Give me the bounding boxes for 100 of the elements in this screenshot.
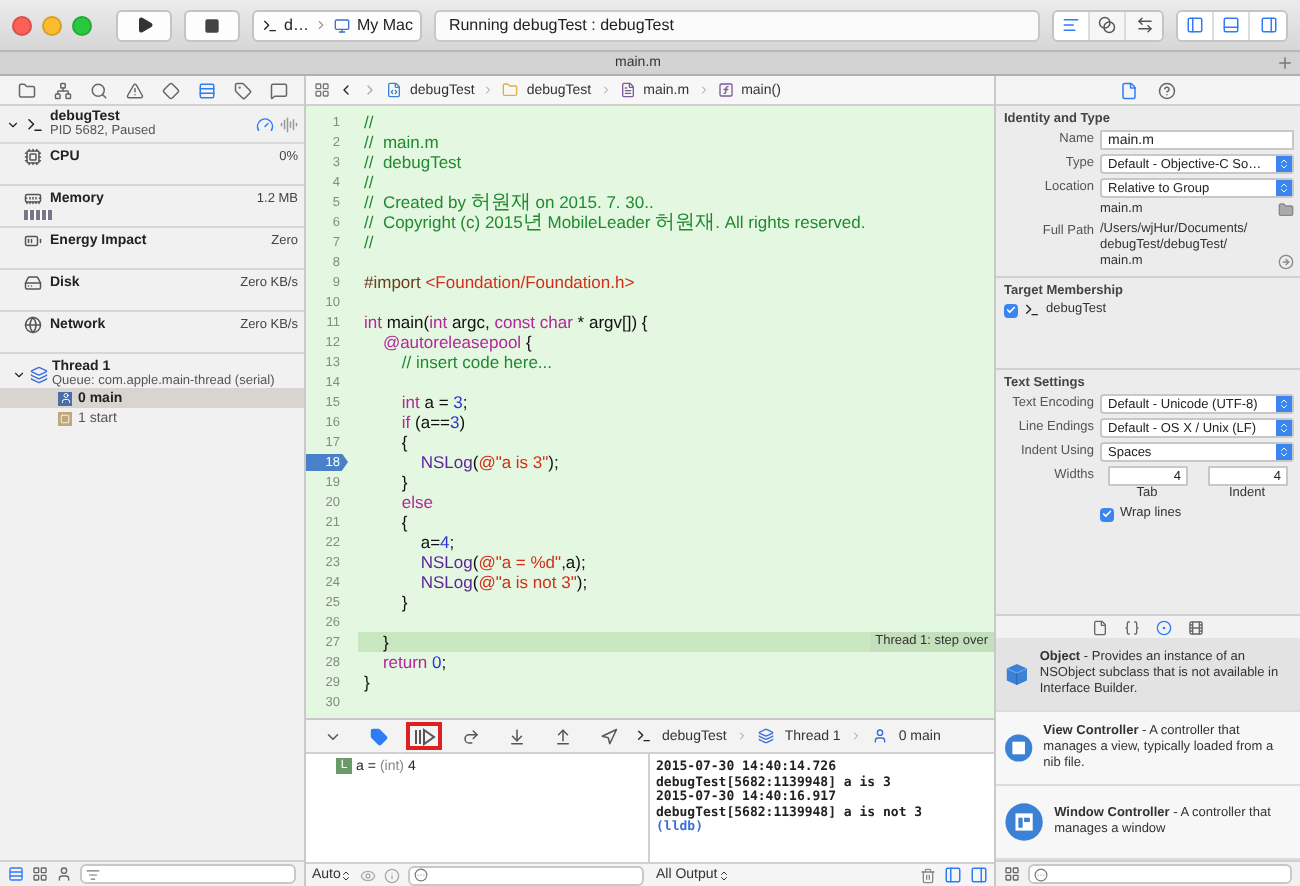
code-line: // <box>362 172 376 192</box>
add-tab-icon[interactable] <box>1276 54 1294 72</box>
stepper-icon <box>1276 420 1292 436</box>
console-view-icon[interactable] <box>970 866 988 884</box>
related-items-icon[interactable] <box>314 82 330 98</box>
find-navigator-icon[interactable] <box>89 81 107 99</box>
project-icon <box>386 82 402 98</box>
gauge-icon[interactable] <box>256 115 274 133</box>
continue-button[interactable] <box>406 722 442 750</box>
code-line: NSLog(@"a is not 3"); <box>418 572 590 592</box>
disclosure-icon[interactable] <box>6 117 20 131</box>
code-line: return 0; <box>380 652 449 672</box>
chevron-icon <box>314 18 329 32</box>
object-library-icon[interactable] <box>1156 619 1172 635</box>
snippet-library-icon[interactable] <box>1124 619 1140 635</box>
grid-filter-icon[interactable] <box>32 866 48 882</box>
frame-icon <box>872 728 889 744</box>
stepper-icon <box>1276 396 1292 412</box>
reveal-icon[interactable] <box>1278 254 1294 270</box>
eye-icon[interactable] <box>360 867 377 883</box>
version-editor-button[interactable] <box>1126 11 1162 39</box>
memory-gauge-icon <box>24 190 42 208</box>
media-library-icon[interactable] <box>1188 619 1204 635</box>
view-hierarchy-icon[interactable] <box>280 115 298 133</box>
monitor-icon <box>334 17 351 33</box>
breakpoints-icon <box>369 727 387 745</box>
code-line: { <box>399 432 410 452</box>
threads-filter-icon[interactable] <box>8 866 24 882</box>
code-line: @autoreleasepool { <box>380 332 534 352</box>
code-line: // insert code here... <box>399 352 555 372</box>
terminal-icon <box>26 115 44 133</box>
report-navigator-icon[interactable] <box>269 81 287 99</box>
target-checkbox[interactable] <box>1004 303 1018 317</box>
file-library-icon[interactable] <box>1092 619 1108 635</box>
scheme-target: d… <box>284 16 309 34</box>
assistant-mode-icon <box>1098 16 1116 34</box>
standard-mode-icon <box>1062 16 1080 34</box>
filter-icon <box>86 867 100 881</box>
step-over-icon <box>461 727 479 745</box>
back-icon[interactable] <box>338 82 354 98</box>
close-button[interactable] <box>12 15 32 35</box>
project-navigator-icon[interactable] <box>17 81 35 99</box>
terminal-icon <box>1024 302 1040 318</box>
thread-icon <box>758 728 775 744</box>
filter-icon <box>1034 867 1048 881</box>
stop-icon <box>204 17 220 33</box>
location-icon <box>599 727 617 745</box>
standard-editor-button[interactable] <box>1054 11 1090 39</box>
code-line: { <box>399 512 410 532</box>
frames-filter-icon[interactable] <box>56 866 72 882</box>
forward-icon[interactable] <box>362 82 378 98</box>
grid-view-icon[interactable] <box>1004 866 1020 882</box>
run-button[interactable] <box>116 9 172 41</box>
trash-icon[interactable] <box>920 867 936 883</box>
scheme-selector[interactable]: d… My Mac <box>252 9 423 41</box>
code-line: NSLog(@"a is 3"); <box>418 452 561 472</box>
symbol-navigator-icon[interactable] <box>53 81 71 99</box>
info-icon[interactable] <box>384 867 401 883</box>
code-line: int a = 3; <box>399 392 470 412</box>
debug-navigator-icon[interactable] <box>197 81 215 99</box>
memory-sparkline <box>24 210 52 220</box>
issue-navigator-icon[interactable] <box>125 81 143 99</box>
stepper-icon <box>1276 156 1292 172</box>
library-filter-field[interactable] <box>1028 864 1292 884</box>
network-gauge-icon <box>24 316 42 334</box>
code-line: else <box>399 492 435 512</box>
user-frame-icon <box>58 391 72 405</box>
filter-field[interactable] <box>80 864 296 884</box>
code-line: } <box>399 472 410 492</box>
panel-icon <box>1259 16 1277 34</box>
editor-mode-control[interactable] <box>1052 9 1164 41</box>
code-line: // Created by 허원재 on 2015. 7. 30.. <box>362 192 656 212</box>
filter-icon <box>414 868 429 882</box>
scheme-destination: My Mac <box>356 16 413 34</box>
variables-filter-field[interactable] <box>408 865 644 885</box>
disclosure-icon[interactable] <box>12 367 26 381</box>
folder-icon[interactable] <box>1278 202 1294 218</box>
function-icon <box>717 82 734 98</box>
view-toggle-control[interactable] <box>1176 9 1288 41</box>
variables-view-icon[interactable] <box>944 866 962 884</box>
stop-button[interactable] <box>184 9 240 41</box>
chevron-icon <box>599 84 612 96</box>
breakpoint-navigator-icon[interactable] <box>233 81 251 99</box>
code-line: } <box>362 672 372 692</box>
zoom-button[interactable] <box>72 15 92 35</box>
code-line: NSLog(@"a = %d",a); <box>418 552 588 572</box>
wrap-lines-checkbox[interactable] <box>1100 507 1114 521</box>
code-line: int main(int argc, const char * argv[]) { <box>362 312 650 332</box>
file-inspector-icon[interactable] <box>1120 81 1138 99</box>
help-inspector-icon[interactable] <box>1158 81 1176 99</box>
thread-icon <box>30 365 48 383</box>
panel-icon <box>1186 16 1204 34</box>
test-navigator-icon[interactable] <box>161 81 179 99</box>
terminal-icon <box>262 17 278 33</box>
assistant-editor-button[interactable] <box>1090 11 1126 39</box>
system-frame-icon <box>58 411 72 425</box>
navigator-panel-button[interactable] <box>1178 11 1214 39</box>
file-icon <box>619 82 636 98</box>
code-line: // <box>362 112 376 132</box>
stepper-icon <box>1276 180 1292 196</box>
